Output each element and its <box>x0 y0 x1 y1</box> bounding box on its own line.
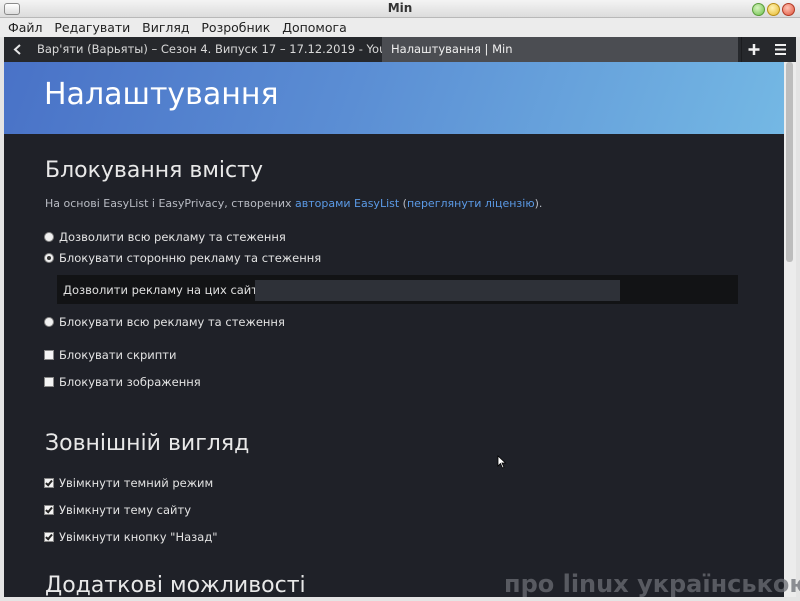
radio-block-third-party[interactable]: Блокувати сторонню рекламу та стеження <box>44 250 321 266</box>
radio-allow-all[interactable]: Дозволити всю рекламу та стеження <box>44 229 286 245</box>
radio-label: Дозволити всю рекламу та стеження <box>59 230 286 244</box>
menubar: Файл Редагувати Вигляд Розробник Допомог… <box>0 18 800 37</box>
checkbox-label: Блокувати зображення <box>59 375 201 389</box>
checkbox-checked[interactable] <box>44 532 54 542</box>
tab-settings[interactable]: Налаштування | Min <box>382 37 738 62</box>
description-suffix: ). <box>534 197 543 210</box>
menu-file[interactable]: Файл <box>4 18 47 37</box>
checkbox-checked[interactable] <box>44 478 54 488</box>
radio-label: Блокувати сторонню рекламу та стеження <box>59 251 322 265</box>
checkbox-label: Увімкнути кнопку "Назад" <box>59 530 218 544</box>
checkbox-label: Блокувати скрипти <box>59 348 177 362</box>
checkbox-back-button[interactable]: Увімкнути кнопку "Назад" <box>44 529 218 545</box>
hamburger-icon <box>775 44 786 55</box>
watermark: про linux українською <box>504 570 800 598</box>
settings-page: Налаштування Блокування вмісту На основі… <box>4 62 784 597</box>
plus-icon <box>748 44 760 55</box>
window-titlebar: Min <box>0 0 800 18</box>
radio-button[interactable] <box>44 232 54 242</box>
radio-block-all[interactable]: Блокувати всю рекламу та стеження <box>44 314 285 330</box>
settings-banner: Налаштування <box>4 62 784 134</box>
description-prefix: На основі EasyList і EasyPrivacy, створе… <box>45 197 295 210</box>
allowed-sites-panel: Дозволити рекламу на цих сайтах: <box>57 275 738 304</box>
menu-edit[interactable]: Редагувати <box>50 18 134 37</box>
checkbox[interactable] <box>44 377 54 387</box>
maximize-button[interactable] <box>767 3 780 16</box>
content-blocking-description: На основі EasyList і EasyPrivacy, створе… <box>45 197 542 210</box>
menu-button[interactable] <box>767 37 793 62</box>
allowed-sites-label: Дозволити рекламу на цих сайтах: <box>63 283 276 297</box>
section-heading-appearance: Зовнішній вигляд <box>45 431 250 456</box>
checkbox[interactable] <box>44 350 54 360</box>
tab-youtube[interactable]: Вар'яти (Варьяты) – Сезон 4. Випуск 17 –… <box>37 37 382 62</box>
checkbox-dark-mode[interactable]: Увімкнути темний режим <box>44 475 213 491</box>
checkbox-site-theme[interactable]: Увімкнути тему сайту <box>44 502 191 518</box>
window-title: Min <box>387 1 413 15</box>
allowed-sites-input[interactable] <box>255 280 620 301</box>
checkbox-label: Увімкнути темний режим <box>59 476 214 490</box>
section-heading-content-blocking: Блокування вмісту <box>45 158 263 183</box>
section-heading-additional-features: Додаткові можливості <box>45 573 306 597</box>
view-license-link[interactable]: переглянути ліцензію <box>407 197 535 210</box>
new-tab-button[interactable] <box>741 37 766 62</box>
minimize-button[interactable] <box>752 3 765 16</box>
mouse-cursor-icon <box>497 455 507 469</box>
menu-help[interactable]: Допомога <box>278 18 351 37</box>
radio-button-selected[interactable] <box>44 253 54 263</box>
chevron-left-icon <box>13 44 21 55</box>
menu-developer[interactable]: Розробник <box>197 18 274 37</box>
back-button[interactable] <box>7 37 29 62</box>
page-scrollbar[interactable] <box>784 62 796 597</box>
scrollbar-thumb[interactable] <box>786 62 793 262</box>
description-mid: ( <box>399 197 407 210</box>
checkbox-block-images[interactable]: Блокувати зображення <box>44 374 201 390</box>
page-title: Налаштування <box>44 77 279 112</box>
checkbox-label: Увімкнути тему сайту <box>59 503 192 517</box>
radio-button[interactable] <box>44 317 54 327</box>
close-button[interactable] <box>782 3 795 16</box>
easylist-authors-link[interactable]: авторами EasyList <box>295 197 399 210</box>
radio-label: Блокувати всю рекламу та стеження <box>59 315 285 329</box>
checkbox-block-scripts[interactable]: Блокувати скрипти <box>44 347 176 363</box>
menu-view[interactable]: Вигляд <box>138 18 193 37</box>
browser-tabbar: Вар'яти (Варьяты) – Сезон 4. Випуск 17 –… <box>4 37 796 62</box>
checkbox-checked[interactable] <box>44 505 54 515</box>
